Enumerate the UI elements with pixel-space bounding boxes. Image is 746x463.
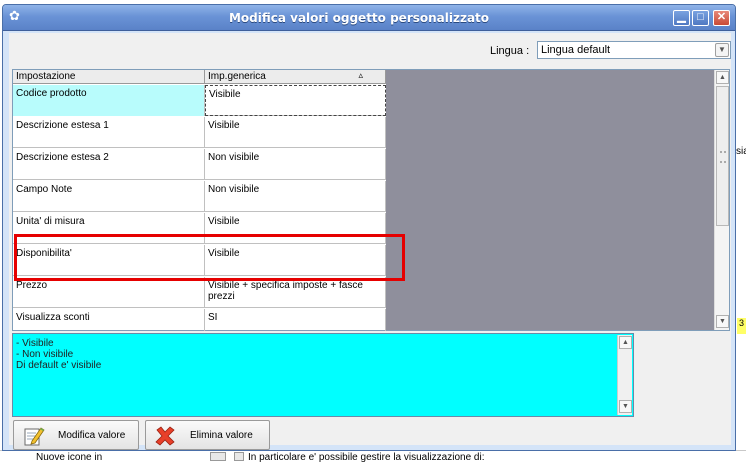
sort-icon: ▵ [358, 70, 363, 80]
pencil-icon [24, 427, 45, 446]
grid-vertical-scrollbar[interactable]: ▲ ▼ [714, 70, 729, 330]
column-header-generic-value[interactable]: Imp.generica ▵ [205, 70, 386, 84]
setting-value-cell[interactable]: Visibile [205, 117, 386, 148]
dialog-title: Modifica valori oggetto personalizzato [228, 11, 490, 25]
setting-name-cell[interactable]: Visualizza sconti [13, 309, 205, 331]
setting-name-cell[interactable]: Campo Note [13, 181, 205, 212]
minimize-icon: ▁ [677, 11, 686, 23]
memo-vertical-scrollbar[interactable]: ▲ ▼ [617, 335, 632, 415]
close-icon: ✕ [716, 11, 727, 23]
setting-value-cell[interactable]: Visibile [205, 85, 386, 116]
background-bottom-text-right: In particolare e' possibile gestire la v… [248, 452, 485, 463]
edit-value-label: Modifica valore [58, 430, 126, 441]
memo-scroll-up-icon[interactable]: ▲ [619, 336, 632, 349]
setting-value-cell[interactable]: SI [205, 309, 386, 331]
language-select-value: Lingua default [541, 44, 611, 56]
column-header-generic-value-label: Imp.generica [208, 71, 266, 82]
background-yellow-badge: 3 [737, 318, 746, 334]
maximize-icon: □ [697, 11, 704, 23]
table-row[interactable]: Descrizione estesa 2 Non visibile [13, 149, 386, 180]
setting-name-cell[interactable]: Codice prodotto [13, 85, 205, 116]
grip-icon [720, 151, 726, 163]
setting-value-cell[interactable]: Non visibile [205, 181, 386, 212]
edit-custom-object-dialog: ✿ Modifica valori oggetto personalizzato… [2, 4, 736, 451]
setting-value-cell[interactable]: Non visibile [205, 149, 386, 180]
column-header-setting[interactable]: Impostazione [13, 70, 205, 84]
dialog-client-area: Lingua : Lingua default ▼ Impostazione I… [9, 33, 731, 450]
table-row[interactable]: Campo Note Non visibile [13, 181, 386, 212]
language-select[interactable]: Lingua default ▼ [537, 41, 731, 59]
delete-value-label: Elimina valore [190, 430, 253, 441]
dialog-titlebar[interactable]: ✿ Modifica valori oggetto personalizzato… [3, 5, 735, 31]
background-bottom-control-2 [234, 452, 244, 461]
value-description-memo[interactable]: - Visibile - Non visibile Di default e' … [12, 333, 634, 417]
delete-value-button[interactable]: Elimina valore [145, 420, 270, 450]
background-text-right: sia [736, 146, 746, 157]
close-button[interactable]: ✕ [713, 10, 730, 26]
table-row[interactable]: Visualizza sconti SI [13, 309, 386, 331]
setting-name-cell[interactable]: Descrizione estesa 2 [13, 149, 205, 180]
scroll-thumb[interactable] [716, 86, 729, 226]
chevron-down-icon[interactable]: ▼ [715, 43, 729, 57]
delete-x-icon [155, 426, 175, 446]
memo-scroll-down-icon[interactable]: ▼ [619, 400, 632, 413]
table-row[interactable]: Codice prodotto Visibile [13, 85, 386, 116]
setting-name-cell[interactable]: Prezzo [13, 277, 205, 308]
maximize-button[interactable]: □ [692, 10, 709, 26]
grid-header: Impostazione Imp.generica ▵ [13, 70, 386, 84]
table-row[interactable]: Descrizione estesa 1 Visibile [13, 117, 386, 148]
background-bottom-text-left: Nuove icone in [36, 452, 103, 463]
table-row[interactable]: Prezzo Visibile + specifica imposte + fa… [13, 277, 386, 308]
scroll-down-icon[interactable]: ▼ [716, 315, 729, 328]
language-label: Lingua : [490, 45, 530, 57]
background-bottom-control [210, 452, 226, 461]
memo-text: - Visibile - Non visibile Di default e' … [16, 338, 102, 371]
setting-value-cell[interactable]: Visibile + specifica imposte + fasce pre… [205, 277, 386, 308]
setting-name-cell[interactable]: Descrizione estesa 1 [13, 117, 205, 148]
scroll-up-icon[interactable]: ▲ [716, 71, 729, 84]
grid-empty-area [386, 70, 714, 330]
highlight-annotation-box [14, 234, 405, 281]
settings-grid: Impostazione Imp.generica ▵ Codice prodo… [12, 69, 730, 331]
edit-value-button[interactable]: Modifica valore [13, 420, 139, 450]
minimize-button[interactable]: ▁ [673, 10, 690, 26]
